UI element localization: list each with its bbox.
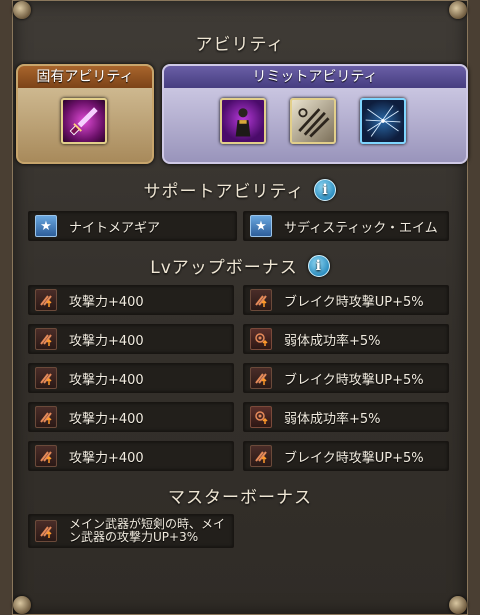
support-title: サポートアビリティ: [143, 182, 305, 202]
lv-bonus-row: 弱体成功率+5%: [243, 402, 449, 432]
unique-ability-header: 固有アビリティ: [18, 66, 152, 88]
lv-bonus-label: 攻撃力+400: [69, 372, 144, 388]
attack-up-icon: [35, 445, 57, 467]
abilities-title: アビリティ: [195, 35, 285, 55]
corner-ornament: [13, 596, 31, 614]
attack-up-icon: [35, 367, 57, 389]
support-ability-label: サディスティック・エイム: [284, 220, 438, 236]
dagger-ability-icon[interactable]: [61, 98, 107, 144]
support-ability-row[interactable]: ★ ナイトメアギア: [28, 211, 237, 241]
lv-bonus-label: 攻撃力+400: [69, 411, 144, 427]
support-ability-label: ナイトメアギア: [69, 220, 161, 236]
lv-bonus-label: ブレイク時攻撃UP+5%: [284, 450, 424, 466]
lv-bonus-label: ブレイク時攻撃UP+5%: [284, 372, 424, 388]
master-bonus-row: メイン武器が短剣の時、メイ ン武器の攻撃力UP+3%: [28, 514, 234, 548]
star-net-ability-icon[interactable]: [360, 98, 406, 144]
limit-ability-header: リミットアビリティ: [164, 66, 466, 88]
unique-ability-panel: 固有アビリティ: [16, 64, 154, 164]
lv-bonus-label: 弱体成功率+5%: [284, 411, 381, 427]
master-bonus-line2: ン武器の攻撃力UP+3%: [69, 530, 199, 544]
limit-ability-panel: リミットアビリティ: [162, 64, 468, 164]
lv-bonus-label: ブレイク時攻撃UP+5%: [284, 294, 424, 310]
lv-bonus-row: 攻撃力+400: [28, 285, 234, 315]
debuff-up-icon: [250, 328, 272, 350]
star-icon: ★: [250, 215, 272, 237]
support-title-wrap: サポートアビリティ i: [12, 177, 468, 202]
attack-up-icon: [35, 520, 57, 542]
info-icon[interactable]: i: [307, 254, 330, 277]
star-icon: ★: [35, 215, 57, 237]
attack-up-icon: [35, 328, 57, 350]
corner-ornament: [449, 596, 467, 614]
attack-up-icon: [250, 289, 272, 311]
lv-bonus-label: 攻撃力+400: [69, 450, 144, 466]
lv-bonus-row: 攻撃力+400: [28, 441, 234, 471]
master-bonus-title: マスターボーナス: [168, 488, 312, 508]
lv-bonus-row: 攻撃力+400: [28, 324, 234, 354]
lv-bonus-row: 攻撃力+400: [28, 363, 234, 393]
attack-up-icon: [35, 289, 57, 311]
lv-bonus-row: ブレイク時攻撃UP+5%: [243, 285, 449, 315]
lv-bonus-row: 攻撃力+400: [28, 402, 234, 432]
attack-up-icon: [250, 445, 272, 467]
blades-ability-icon[interactable]: [290, 98, 336, 144]
attack-up-icon: [250, 367, 272, 389]
lv-bonus-title-wrap: Lvアップボーナス i: [12, 253, 468, 278]
master-bonus-label: メイン武器が短剣の時、メイ ン武器の攻撃力UP+3%: [69, 518, 225, 544]
attack-up-icon: [35, 406, 57, 428]
corner-ornament: [449, 1, 467, 19]
lv-bonus-label: 弱体成功率+5%: [284, 333, 381, 349]
support-ability-row[interactable]: ★ サディスティック・エイム: [243, 211, 449, 241]
lv-bonus-row: 弱体成功率+5%: [243, 324, 449, 354]
lv-bonus-label: 攻撃力+400: [69, 294, 144, 310]
dark-figure-ability-icon[interactable]: [220, 98, 266, 144]
corner-ornament: [13, 1, 31, 19]
master-bonus-line1: メイン武器が短剣の時、メイ: [69, 517, 226, 531]
lv-bonus-title: Lvアップボーナス: [150, 258, 298, 278]
lv-bonus-label: 攻撃力+400: [69, 333, 144, 349]
debuff-up-icon: [250, 406, 272, 428]
lv-bonus-row: ブレイク時攻撃UP+5%: [243, 441, 449, 471]
info-icon[interactable]: i: [314, 178, 337, 201]
lv-bonus-row: ブレイク時攻撃UP+5%: [243, 363, 449, 393]
